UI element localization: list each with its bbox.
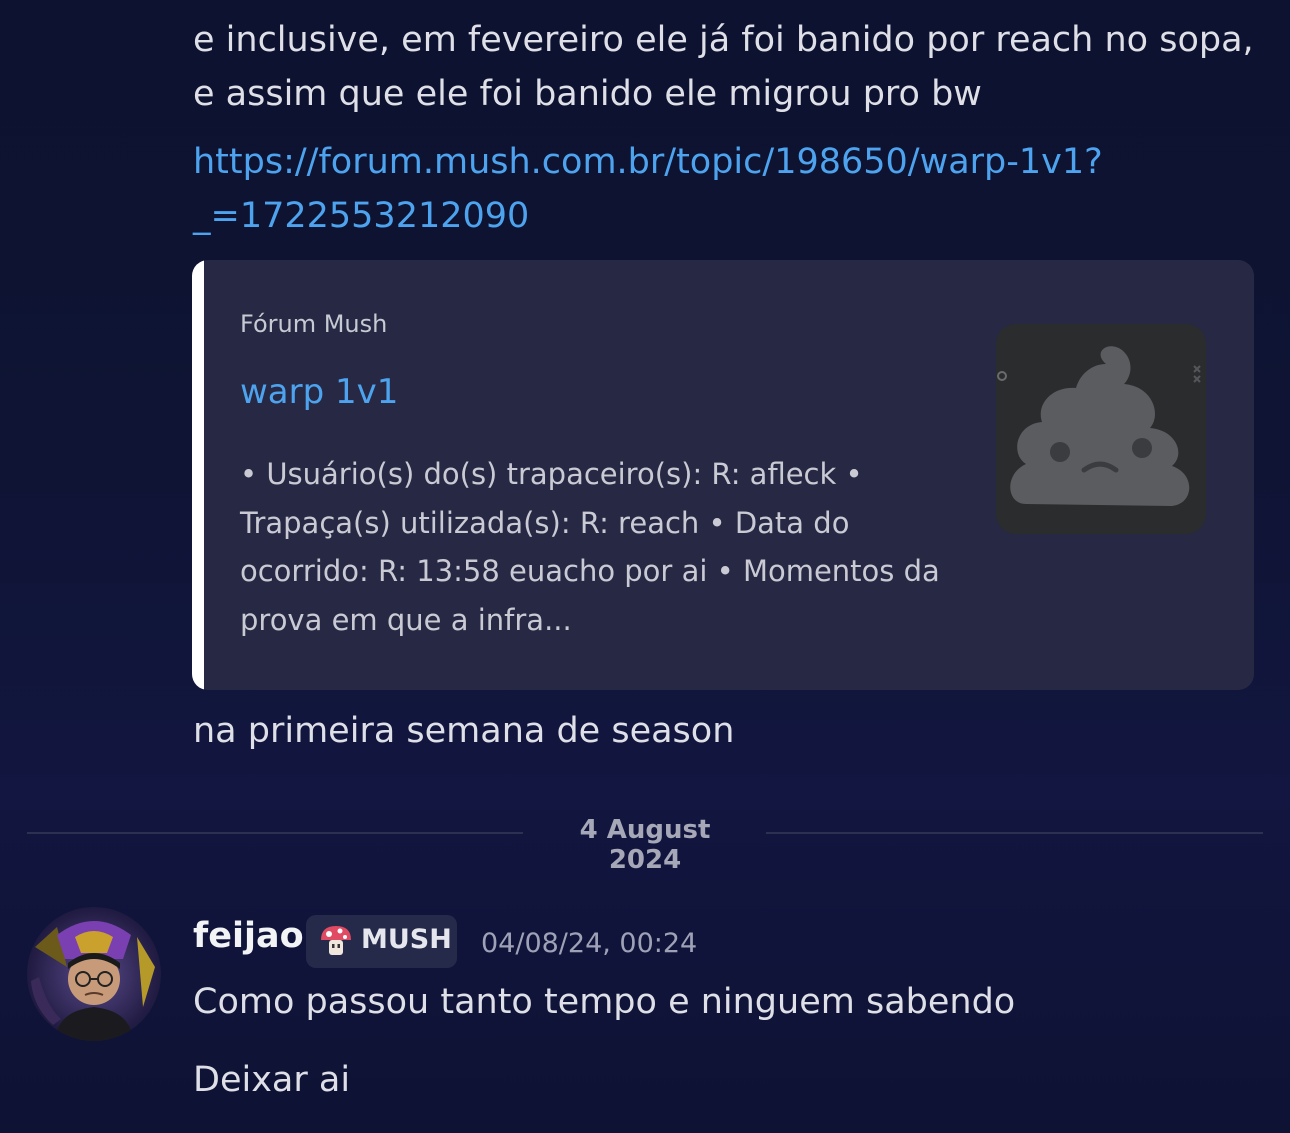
message-text-line: Como passou tanto tempo e ninguem sabend… — [193, 982, 1016, 1022]
embed-title-link[interactable]: warp 1v1 — [240, 372, 398, 412]
server-tag-label: MUSH — [361, 924, 452, 955]
embed-description-line: ocorrido: R: 13:58 euacho por ai • Momen… — [240, 554, 940, 588]
user-avatar[interactable] — [27, 907, 161, 1041]
embed-provider: Fórum Mush — [240, 310, 388, 338]
message-text-line: na primeira semana de season — [193, 711, 735, 751]
message-text-line: Deixar ai — [193, 1060, 351, 1100]
server-tag[interactable]: MUSH — [306, 915, 457, 968]
link-embed[interactable]: Fórum Mush warp 1v1 • Usuário(s) do(s) t… — [192, 260, 1254, 690]
embed-thumbnail[interactable] — [996, 324, 1206, 534]
embed-accent-bar — [192, 260, 204, 690]
embed-description-line: prova em que a infra... — [240, 602, 572, 637]
forum-link[interactable]: https://forum.mush.com.br/topic/198650/w… — [193, 135, 1103, 189]
mushroom-icon — [321, 926, 351, 955]
embed-description-line: • Usuário(s) do(s) trapaceiro(s): R: afl… — [240, 457, 863, 491]
message-text-line: e assim que ele foi banido ele migrou pr… — [193, 74, 982, 114]
message-timestamp: 04/08/24, 00:24 — [481, 928, 698, 959]
message-author[interactable]: feijao — [193, 916, 304, 956]
date-divider-label: 4 August 2024 — [579, 815, 711, 875]
message-text-line: e inclusive, em fevereiro ele já foi ban… — [193, 20, 1254, 60]
date-divider-line-right — [766, 832, 1263, 834]
sad-poop-icon — [996, 324, 1206, 534]
embed-description: • Usuário(s) do(s) trapaceiro(s): R: afl… — [240, 450, 970, 644]
embed-description-line: Trapaça(s) utilizada(s): R: reach • Data… — [240, 505, 850, 540]
date-divider-line-left — [27, 832, 523, 834]
forum-link-continuation[interactable]: _=1722553212090 — [193, 189, 529, 243]
